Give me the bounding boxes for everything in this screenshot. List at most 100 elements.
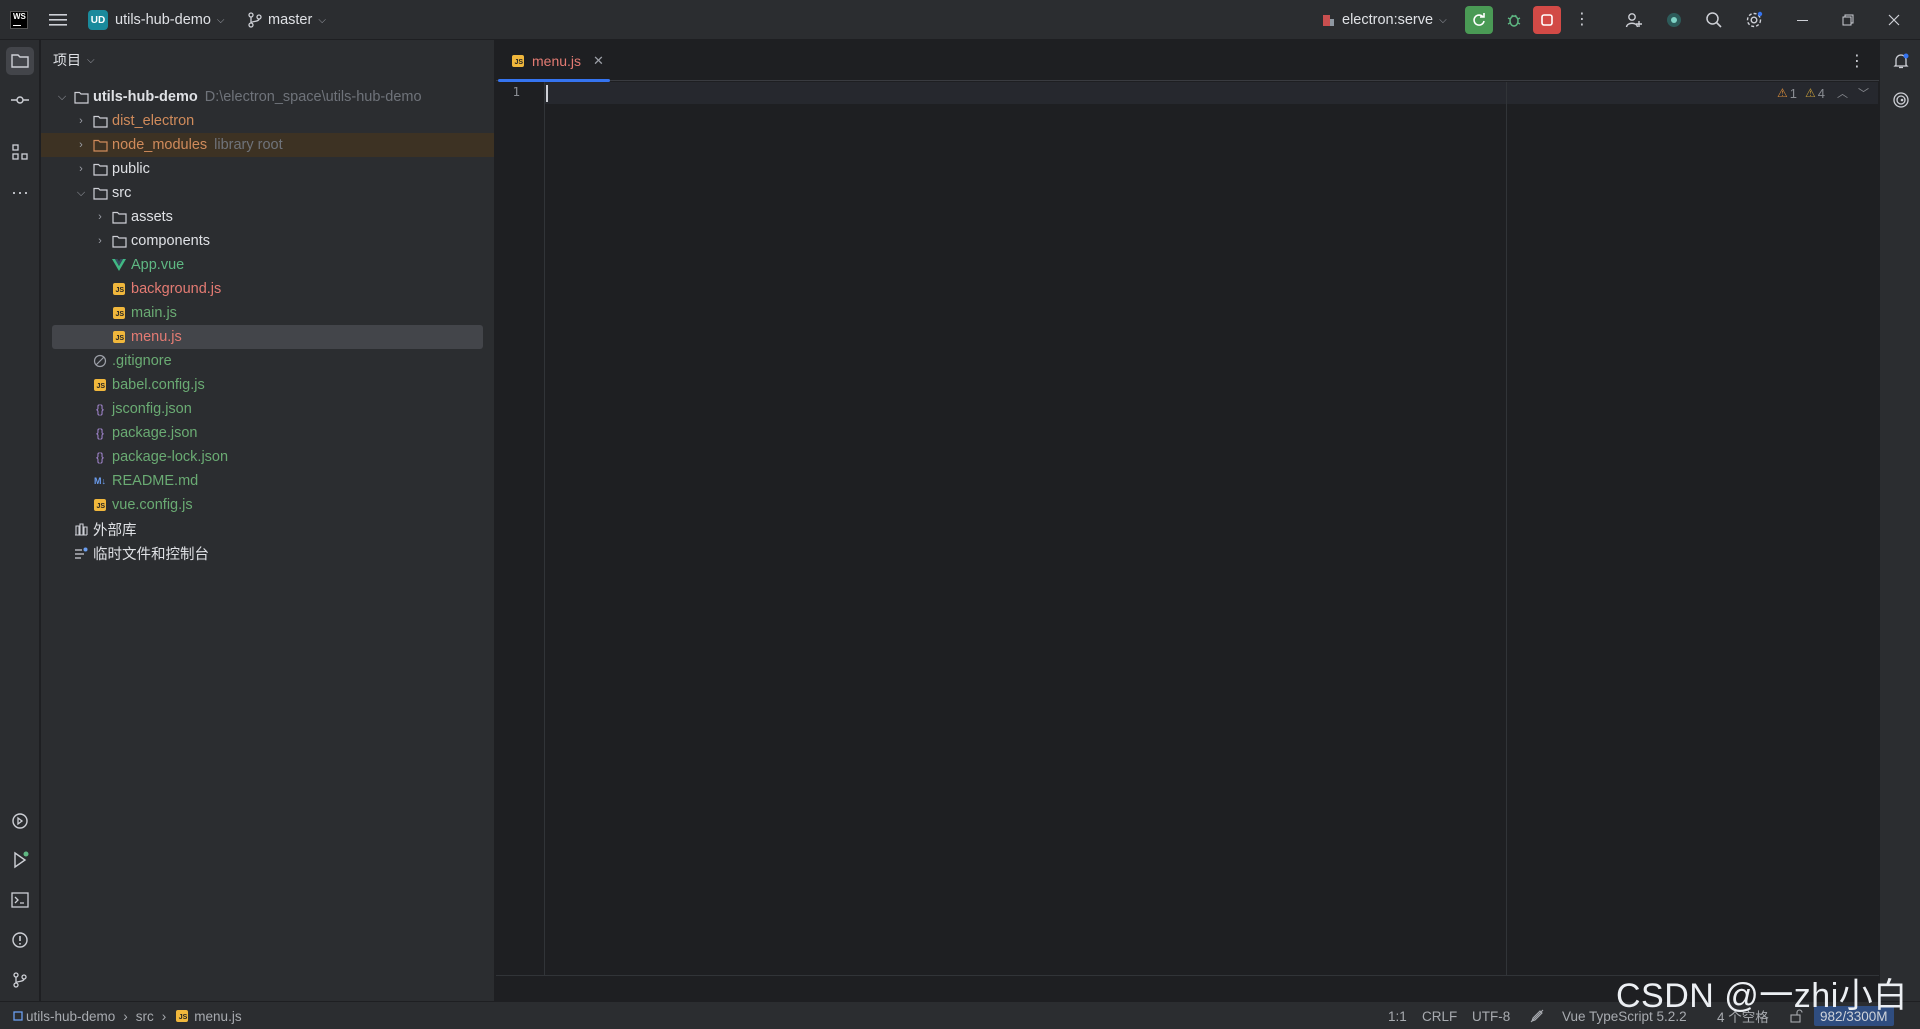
project-tool-button[interactable]: [6, 47, 34, 75]
more-actions-button[interactable]: ⋮: [1568, 6, 1596, 34]
branch-selector[interactable]: master ⌵: [248, 0, 326, 40]
rerun-icon: [1473, 13, 1485, 26]
tree-item-label: 外部库: [93, 522, 137, 539]
bell-icon: [1893, 53, 1909, 69]
add-collaborator-button[interactable]: [1620, 6, 1648, 34]
tree-item-public[interactable]: › public: [41, 157, 494, 181]
run-config-name: electron:serve: [1342, 12, 1434, 28]
main-menu-button[interactable]: [44, 0, 72, 40]
tree-item-scratches[interactable]: 临时文件和控制台: [41, 541, 494, 565]
tree-item-external-libraries[interactable]: 外部库: [41, 517, 494, 541]
chevron-down-icon: ⌵: [57, 90, 67, 103]
settings-button[interactable]: [1740, 6, 1768, 34]
caret-position[interactable]: 1:1: [1388, 1002, 1407, 1029]
close-icon[interactable]: ✕: [593, 53, 604, 69]
chevron-right-icon: ›: [79, 163, 83, 175]
warning-icon: ⚠: [1805, 86, 1816, 100]
project-view-selector[interactable]: 项目 ⌵: [53, 50, 95, 70]
error-icon: ⚠: [1777, 86, 1788, 100]
commit-tool-button[interactable]: [6, 86, 34, 114]
run-config-selector[interactable]: electron:serve ⌵: [1322, 0, 1447, 40]
chevron-right-icon: ›: [98, 211, 102, 223]
chevron-down-icon: ⌵: [87, 54, 95, 66]
terminal-tool-button[interactable]: [6, 886, 34, 914]
git-tool-button[interactable]: [6, 966, 34, 994]
tree-item-app-vue[interactable]: App.vue: [41, 253, 494, 277]
tree-item-package-json[interactable]: {} package.json: [41, 421, 494, 445]
readonly-toggle[interactable]: [1530, 1002, 1544, 1029]
stop-icon: [1541, 14, 1553, 26]
restore-button[interactable]: [1834, 6, 1862, 34]
tree-item-label: README.md: [112, 473, 199, 489]
folder-icon: [92, 185, 108, 201]
tab-options-button[interactable]: ⋮: [1849, 51, 1865, 71]
project-selector[interactable]: UD utils-hub-demo ⌵: [88, 0, 225, 40]
tree-item-label: babel.config.js: [112, 377, 205, 393]
breadcrumb-item[interactable]: src: [136, 1009, 154, 1024]
terminal-icon: [11, 892, 29, 908]
tab-menu-js[interactable]: JS menu.js ✕: [496, 40, 610, 82]
line-separator[interactable]: CRLF: [1422, 1002, 1457, 1029]
commit-icon: [11, 96, 29, 104]
folder-icon: [73, 89, 89, 105]
json-file-icon: {}: [95, 426, 104, 440]
tree-item-node-modules[interactable]: › node_modules library root: [41, 133, 494, 157]
tree-item-babel-config[interactable]: JS babel.config.js: [41, 373, 494, 397]
file-encoding[interactable]: UTF-8: [1472, 1002, 1510, 1029]
folder-icon: [92, 137, 108, 153]
module-icon: [13, 1011, 23, 1021]
git-branch-icon: [248, 12, 262, 28]
problems-tool-button[interactable]: [6, 926, 34, 954]
tree-item-background-js[interactable]: JS background.js: [41, 277, 494, 301]
tree-item-gitignore[interactable]: .gitignore: [41, 349, 494, 373]
search-icon: [1706, 12, 1722, 28]
code-editor[interactable]: 1 ⚠ 1 ⚠ 4 ︿ ﹀: [496, 82, 1879, 975]
panel-title: 项目: [53, 52, 81, 68]
root-path: D:\electron_space\utils-hub-demo: [204, 89, 422, 105]
structure-tool-button[interactable]: [6, 138, 34, 166]
ai-chat-button[interactable]: [1887, 86, 1915, 114]
tree-item-menu-js[interactable]: JS menu.js: [52, 325, 483, 349]
more-tools-button[interactable]: ···: [6, 178, 34, 206]
minimize-button[interactable]: [1788, 6, 1816, 34]
webstorm-logo-icon[interactable]: WS: [10, 11, 28, 29]
run-tool-button[interactable]: [6, 846, 34, 874]
bug-icon: [1507, 14, 1521, 27]
project-badge: UD: [88, 10, 108, 30]
debug-button[interactable]: [1500, 6, 1528, 34]
tree-item-assets[interactable]: › assets: [41, 205, 494, 229]
tree-item-label: App.vue: [131, 257, 185, 273]
tree-item-dist-electron[interactable]: › dist_electron: [41, 109, 494, 133]
chevron-right-icon: ›: [161, 1008, 167, 1024]
search-everywhere-button[interactable]: [1700, 6, 1728, 34]
restore-icon: [1842, 14, 1854, 26]
tree-root-row[interactable]: ⌵ utils-hub-demo D:\electron_space\utils…: [41, 85, 494, 109]
ai-assistant-button[interactable]: [1660, 6, 1688, 34]
line-gutter: 1: [496, 82, 545, 975]
tree-item-components[interactable]: › components: [41, 229, 494, 253]
notifications-button[interactable]: [1887, 47, 1915, 75]
tree-item-vue-config[interactable]: JS vue.config.js: [41, 493, 494, 517]
breadcrumb-item[interactable]: menu.js: [194, 1009, 241, 1024]
tree-item-src[interactable]: ⌵ src: [41, 181, 494, 205]
rerun-button[interactable]: [1465, 6, 1493, 34]
chevron-up-icon[interactable]: ︿: [1837, 85, 1848, 101]
inspection-widget[interactable]: ⚠ 1 ⚠ 4 ︿ ﹀: [1777, 85, 1869, 101]
services-tool-button[interactable]: [6, 807, 34, 835]
folder-icon: [92, 161, 108, 177]
tree-item-label: jsconfig.json: [112, 401, 192, 417]
tree-item-jsconfig[interactable]: {} jsconfig.json: [41, 397, 494, 421]
tree-item-label: package.json: [112, 425, 198, 441]
right-tool-strip: [1879, 40, 1920, 1001]
breadcrumb-item[interactable]: utils-hub-demo: [26, 1009, 115, 1024]
chevron-right-icon: ›: [79, 139, 83, 151]
chevron-right-icon: ›: [79, 115, 83, 127]
chevron-down-icon: ⌵: [216, 14, 225, 26]
tree-item-package-lock[interactable]: {} package-lock.json: [41, 445, 494, 469]
close-window-button[interactable]: [1880, 6, 1908, 34]
js-file-icon: JS: [510, 53, 526, 69]
tree-item-readme[interactable]: M↓ README.md: [41, 469, 494, 493]
chevron-down-icon[interactable]: ﹀: [1858, 85, 1869, 101]
tree-item-main-js[interactable]: JS main.js: [41, 301, 494, 325]
stop-button[interactable]: [1533, 6, 1561, 34]
